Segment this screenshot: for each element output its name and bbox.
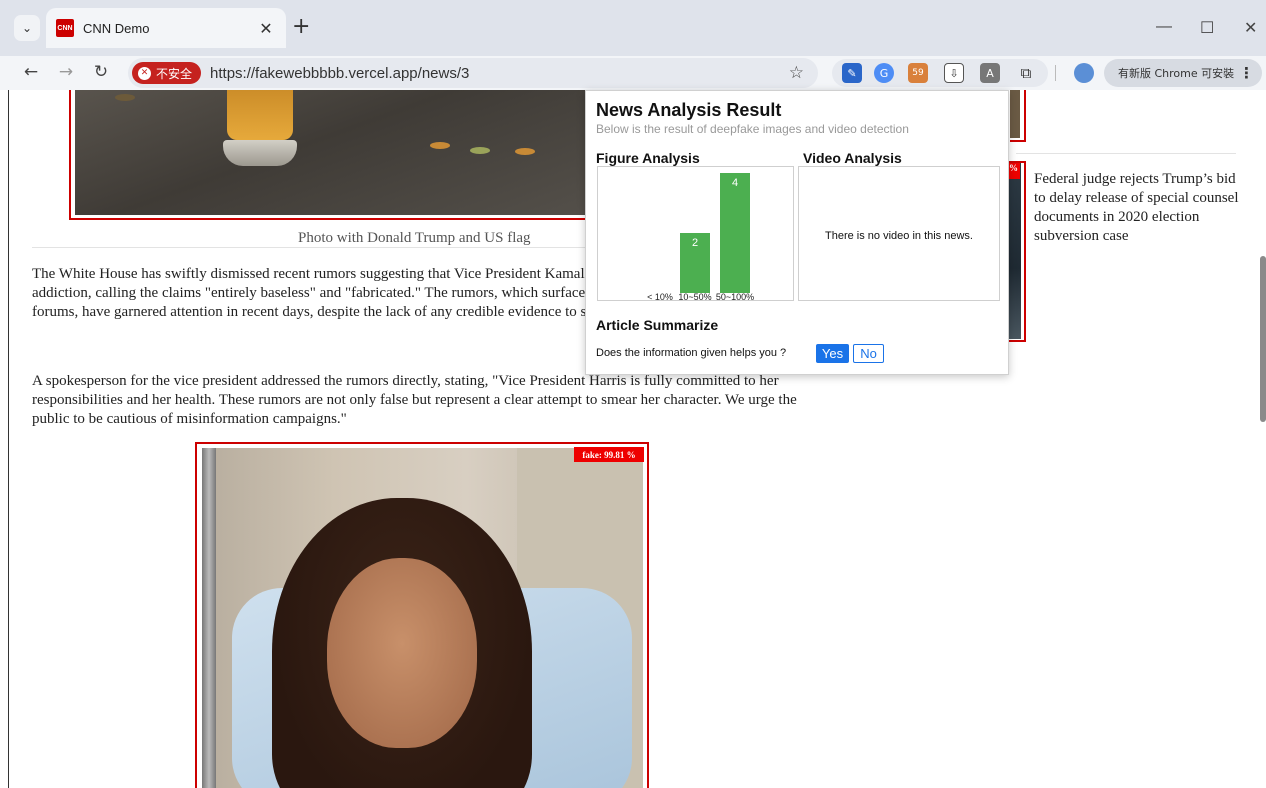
side-image-frame	[1009, 161, 1026, 342]
article-summarize-heading: Article Summarize	[596, 317, 719, 333]
bar-2	[720, 173, 750, 293]
pin-extension-icon[interactable]: ✎	[842, 63, 862, 83]
popup-subtitle: Below is the result of deepfake images a…	[596, 122, 909, 136]
bar-value-label: 2	[692, 237, 698, 249]
forward-arrow-icon[interactable]: →	[55, 62, 77, 82]
feedback-question: Does the information given helps you ?	[596, 347, 787, 359]
back-arrow-icon[interactable]: ←	[20, 62, 42, 82]
a-extension-icon[interactable]: A	[980, 63, 1000, 83]
tab-cnn-demo[interactable]: CNN CNN Demo ✕	[46, 8, 286, 48]
figure-analysis-chart: < 10% 2 10~50% 4 50~100%	[597, 166, 794, 301]
tab-strip: ⌄ CNN CNN Demo ✕ + — ☐ ✕	[0, 0, 1266, 56]
maximize-button[interactable]: ☐	[1200, 18, 1214, 38]
leaf	[515, 148, 535, 155]
yes-button[interactable]: Yes	[816, 344, 849, 363]
cnn-favicon-icon: CNN	[56, 19, 74, 37]
extensions-group: ✎ G 59 ⇩ A ⧉	[832, 59, 1048, 87]
security-chip[interactable]: ✕ 不安全	[132, 62, 202, 84]
new-tab-button[interactable]: +	[292, 16, 310, 38]
side-image-frame	[1010, 90, 1026, 142]
update-chip-label: 有新版 Chrome 可安裝	[1118, 67, 1235, 80]
divider	[32, 247, 592, 248]
fake-badge: %	[1009, 163, 1020, 179]
divider	[1016, 153, 1236, 154]
category-label: < 10%	[647, 292, 673, 300]
video-analysis-heading: Video Analysis	[803, 150, 902, 166]
leaf	[470, 147, 490, 154]
left-border	[8, 90, 9, 788]
bar-value-label: 4	[732, 177, 738, 189]
close-window-button[interactable]: ✕	[1244, 18, 1257, 38]
iv-pole	[202, 448, 216, 788]
url-text[interactable]: https://fakewebbbbb.vercel.app/news/3	[210, 65, 789, 82]
profile-avatar[interactable]	[1074, 63, 1094, 83]
top-image-caption: Photo with Donald Trump and US flag	[298, 230, 531, 246]
puzzle-extensions-icon[interactable]: ⧉	[1016, 63, 1036, 83]
scrollbar-thumb[interactable]	[1260, 256, 1266, 422]
reload-icon[interactable]: ↻	[90, 62, 112, 82]
no-button[interactable]: No	[853, 344, 884, 363]
article-paragraph: A spokesperson for the vice president ad…	[32, 373, 797, 427]
minimize-button[interactable]: —	[1156, 18, 1172, 36]
popup-title: News Analysis Result	[596, 100, 782, 120]
bookmark-star-icon[interactable]: ☆	[789, 63, 804, 83]
fake-score-badge: fake: 99.81 %	[574, 447, 644, 462]
leaf	[115, 94, 135, 101]
video-analysis-box: There is no video in this news.	[798, 166, 1000, 301]
leaf	[430, 142, 450, 149]
translate-extension-icon[interactable]: G	[874, 63, 894, 83]
portrait-image	[202, 448, 643, 788]
beer-glass	[227, 90, 293, 140]
extension-badge: 59	[912, 68, 924, 78]
browser-toolbar: ← → ↻ ✕ 不安全 https://fakewebbbbb.vercel.a…	[0, 56, 1266, 90]
kebab-menu-icon[interactable]: ⋮	[1239, 64, 1254, 82]
category-label: 50~100%	[716, 292, 754, 300]
chrome-update-button[interactable]: 有新版 Chrome 可安裝 ⋮	[1104, 59, 1262, 87]
no-video-message: There is no video in this news.	[825, 230, 973, 242]
face	[327, 558, 477, 748]
side-article-headline[interactable]: Federal judge rejects Trump’s bid to del…	[1034, 170, 1244, 246]
chevron-down-icon: ⌄	[21, 21, 33, 35]
news-analysis-popup: News Analysis Result Below is the result…	[585, 90, 1009, 375]
address-bar[interactable]: ✕ 不安全 https://fakewebbbbb.vercel.app/new…	[128, 58, 818, 88]
tab-close-icon[interactable]: ✕	[256, 19, 276, 38]
glass-base	[223, 140, 297, 166]
security-label: 不安全	[156, 66, 193, 81]
warning-icon: ✕	[138, 66, 151, 80]
category-label: 10~50%	[678, 292, 711, 300]
tab-title: CNN Demo	[83, 20, 150, 36]
toolbar-separator	[1055, 65, 1056, 81]
figure-analysis-heading: Figure Analysis	[596, 150, 700, 166]
bar-chart: < 10% 2 10~50% 4 50~100%	[647, 173, 754, 300]
tag-extension-icon[interactable]: 59	[908, 63, 928, 83]
tab-search-button[interactable]: ⌄	[14, 15, 40, 41]
top-article-image	[75, 90, 595, 215]
download-extension-icon[interactable]: ⇩	[944, 63, 964, 83]
